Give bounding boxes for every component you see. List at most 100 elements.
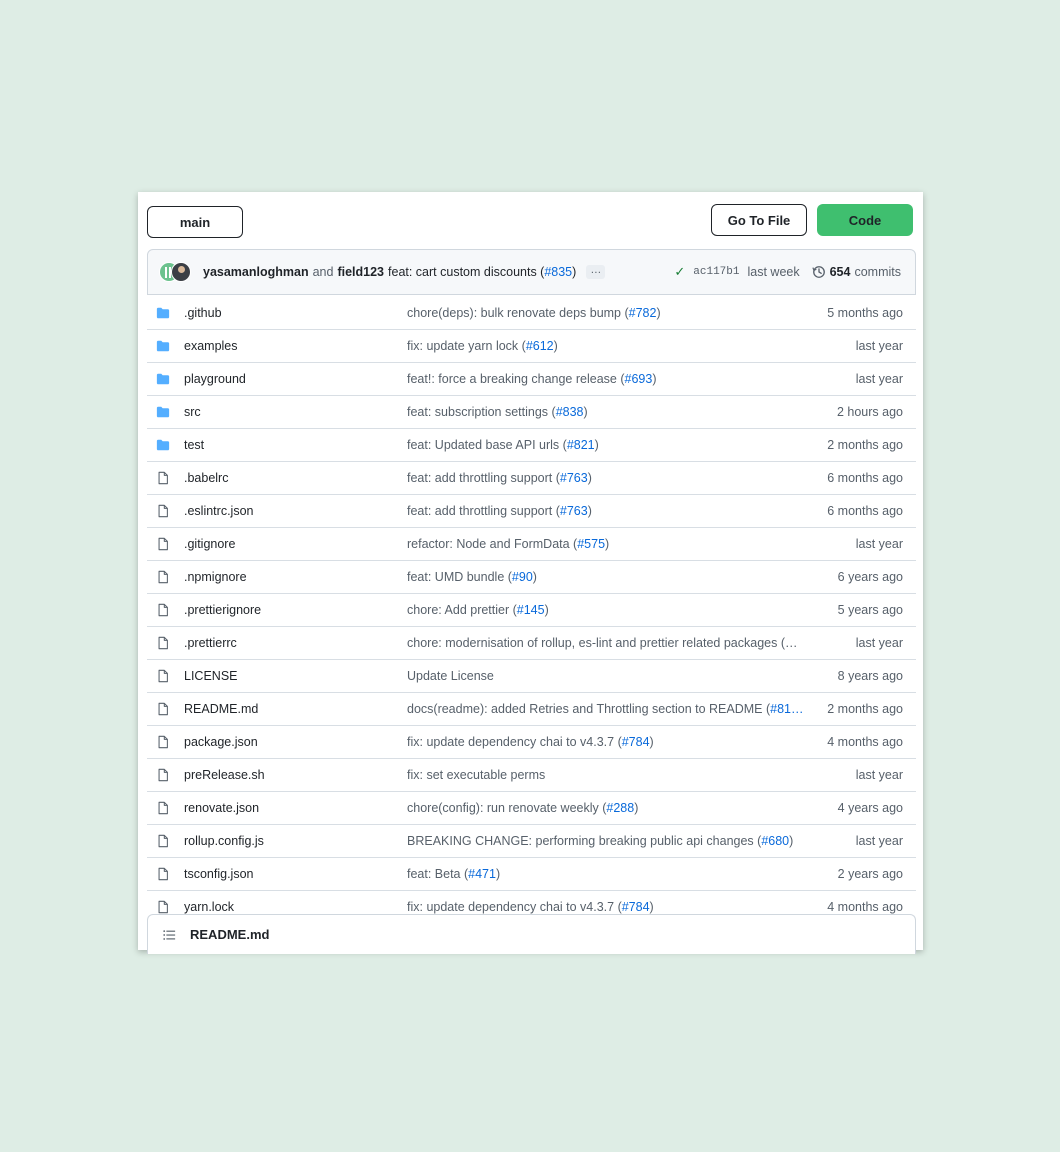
file-name-link[interactable]: rollup.config.js (184, 834, 264, 848)
file-commit-message[interactable]: chore(deps): bulk renovate deps bump (#7… (407, 306, 802, 320)
pr-link[interactable]: #784 (622, 735, 650, 749)
file-name-link[interactable]: README.md (184, 702, 258, 716)
commit-message-text[interactable]: feat: add throttling support ( (407, 504, 560, 518)
file-commit-message[interactable]: fix: set executable perms (407, 768, 802, 782)
commit-message-text[interactable]: chore: modernisation of rollup, es-lint … (407, 636, 797, 650)
file-row[interactable]: package.json fix: update dependency chai … (147, 726, 916, 759)
commit-message-text[interactable]: refactor: Node and FormData ( (407, 537, 577, 551)
file-commit-message[interactable]: fix: update dependency chai to v4.3.7 (#… (407, 735, 802, 749)
file-commit-message[interactable]: fix: update dependency chai to v4.3.7 (#… (407, 900, 802, 914)
file-name-link[interactable]: .prettierrc (184, 636, 237, 650)
commit-message-text[interactable]: fix: update dependency chai to v4.3.7 ( (407, 735, 622, 749)
file-commit-message[interactable]: chore: Add prettier (#145) (407, 603, 802, 617)
file-commit-message[interactable]: fix: update yarn lock (#612) (407, 339, 802, 353)
file-name-link[interactable]: preRelease.sh (184, 768, 265, 782)
file-name-link[interactable]: .eslintrc.json (184, 504, 253, 518)
commit-message-text[interactable]: fix: update dependency chai to v4.3.7 ( (407, 900, 622, 914)
expand-commit-message-button[interactable]: … (586, 265, 606, 279)
file-row[interactable]: .eslintrc.json feat: add throttling suppo… (147, 495, 916, 528)
file-name-link[interactable]: .prettierignore (184, 603, 261, 617)
commit-author-1[interactable]: yasamanloghman (203, 265, 309, 279)
commit-count[interactable]: 654 (830, 265, 851, 279)
pr-link[interactable]: #784 (622, 900, 650, 914)
check-icon[interactable]: ✓ (674, 264, 685, 280)
commit-message-text[interactable]: fix: set executable perms (407, 768, 545, 782)
file-commit-message[interactable]: feat: UMD bundle (#90) (407, 570, 802, 584)
file-row[interactable]: .github chore(deps): bulk renovate deps b… (147, 297, 916, 330)
file-name-link[interactable]: .npmignore (184, 570, 247, 584)
commit-message-text[interactable]: chore: Add prettier ( (407, 603, 517, 617)
avatar[interactable] (171, 262, 191, 282)
file-row[interactable]: renovate.json chore(config): run renovate… (147, 792, 916, 825)
file-name-link[interactable]: .gitignore (184, 537, 235, 551)
readme-title[interactable]: README.md (190, 927, 269, 942)
file-row[interactable]: tsconfig.json feat: Beta (#471) 2 years ag… (147, 858, 916, 891)
commit-message-text[interactable]: feat: add throttling support ( (407, 471, 560, 485)
pr-link[interactable]: #763 (560, 504, 588, 518)
file-name-link[interactable]: test (184, 438, 204, 452)
file-commit-message[interactable]: feat: add throttling support (#763) (407, 471, 802, 485)
file-row[interactable]: preRelease.sh fix: set executable perms la… (147, 759, 916, 792)
file-name-link[interactable]: playground (184, 372, 246, 386)
file-row[interactable]: .prettierrc chore: modernisation of rollu… (147, 627, 916, 660)
file-name-link[interactable]: .babelrc (184, 471, 228, 485)
file-name-link[interactable]: .github (184, 306, 222, 320)
file-commit-message[interactable]: feat: subscription settings (#838) (407, 405, 802, 419)
pr-link[interactable]: #575 (577, 537, 605, 551)
commit-message-text[interactable]: feat: Updated base API urls ( (407, 438, 567, 452)
file-row[interactable]: .npmignore feat: UMD bundle (#90) 6 years … (147, 561, 916, 594)
code-button[interactable]: Code (817, 204, 913, 236)
file-row[interactable]: src feat: subscription settings (#838) 2 h… (147, 396, 916, 429)
go-to-file-button[interactable]: Go To File (711, 204, 807, 236)
commit-message-text[interactable]: feat: UMD bundle ( (407, 570, 512, 584)
file-name-link[interactable]: yarn.lock (184, 900, 234, 914)
commit-message-text[interactable]: fix: update yarn lock ( (407, 339, 526, 353)
commit-message-text[interactable]: Update License (407, 669, 494, 683)
commit-pr-link[interactable]: #835 (544, 265, 572, 279)
file-commit-message[interactable]: feat!: force a breaking change release (… (407, 372, 802, 386)
file-name-link[interactable]: src (184, 405, 201, 419)
pr-link[interactable]: #471 (468, 867, 496, 881)
commit-sha[interactable]: ac117b1 (693, 266, 739, 278)
list-icon[interactable] (162, 928, 176, 942)
pr-link[interactable]: #782 (629, 306, 657, 320)
pr-link[interactable]: #145 (517, 603, 545, 617)
file-name-link[interactable]: package.json (184, 735, 258, 749)
commit-message[interactable]: feat: cart custom discounts (#835) (388, 265, 576, 279)
file-row[interactable]: .prettierignore chore: Add prettier (#145… (147, 594, 916, 627)
commit-message-text[interactable]: feat!: force a breaking change release ( (407, 372, 625, 386)
file-row[interactable]: LICENSE Update License 8 years ago (147, 660, 916, 693)
branch-button[interactable]: main (147, 206, 243, 238)
commit-message-text[interactable]: chore(config): run renovate weekly ( (407, 801, 606, 815)
commit-message-text[interactable]: feat: subscription settings ( (407, 405, 556, 419)
file-name-link[interactable]: tsconfig.json (184, 867, 253, 881)
author-avatars[interactable] (159, 261, 193, 283)
file-name-link[interactable]: examples (184, 339, 238, 353)
file-row[interactable]: rollup.config.js BREAKING CHANGE: perform… (147, 825, 916, 858)
file-row[interactable]: README.md docs(readme): added Retries and… (147, 693, 916, 726)
file-commit-message[interactable]: feat: Updated base API urls (#821) (407, 438, 802, 452)
pr-link[interactable]: #693 (625, 372, 653, 386)
commit-message-text[interactable]: feat: Beta ( (407, 867, 468, 881)
file-commit-message[interactable]: Update License (407, 669, 802, 683)
pr-link[interactable]: #680 (761, 834, 789, 848)
file-commit-message[interactable]: chore(config): run renovate weekly (#288… (407, 801, 802, 815)
file-row[interactable]: playground feat!: force a breaking change… (147, 363, 916, 396)
commit-message-text[interactable]: chore(deps): bulk renovate deps bump ( (407, 306, 629, 320)
commit-message-text[interactable]: feat: cart custom discounts ( (388, 265, 544, 279)
file-row[interactable]: test feat: Updated base API urls (#821) 2 … (147, 429, 916, 462)
file-row[interactable]: .babelrc feat: add throttling support (#7… (147, 462, 916, 495)
commits-label[interactable]: commits (854, 265, 901, 279)
file-name-link[interactable]: LICENSE (184, 669, 238, 683)
pr-link[interactable]: #763 (560, 471, 588, 485)
pr-link[interactable]: #288 (606, 801, 634, 815)
pr-link[interactable]: #612 (526, 339, 554, 353)
file-commit-message[interactable]: feat: add throttling support (#763) (407, 504, 802, 518)
file-commit-message[interactable]: feat: Beta (#471) (407, 867, 802, 881)
file-commit-message[interactable]: chore: modernisation of rollup, es-lint … (407, 636, 802, 650)
pr-link[interactable]: #821 (567, 438, 595, 452)
file-row[interactable]: examples fix: update yarn lock (#612) last… (147, 330, 916, 363)
file-row[interactable]: .gitignore refactor: Node and FormData (#… (147, 528, 916, 561)
file-commit-message[interactable]: BREAKING CHANGE: performing breaking pub… (407, 834, 802, 848)
pr-link[interactable]: #838 (556, 405, 584, 419)
